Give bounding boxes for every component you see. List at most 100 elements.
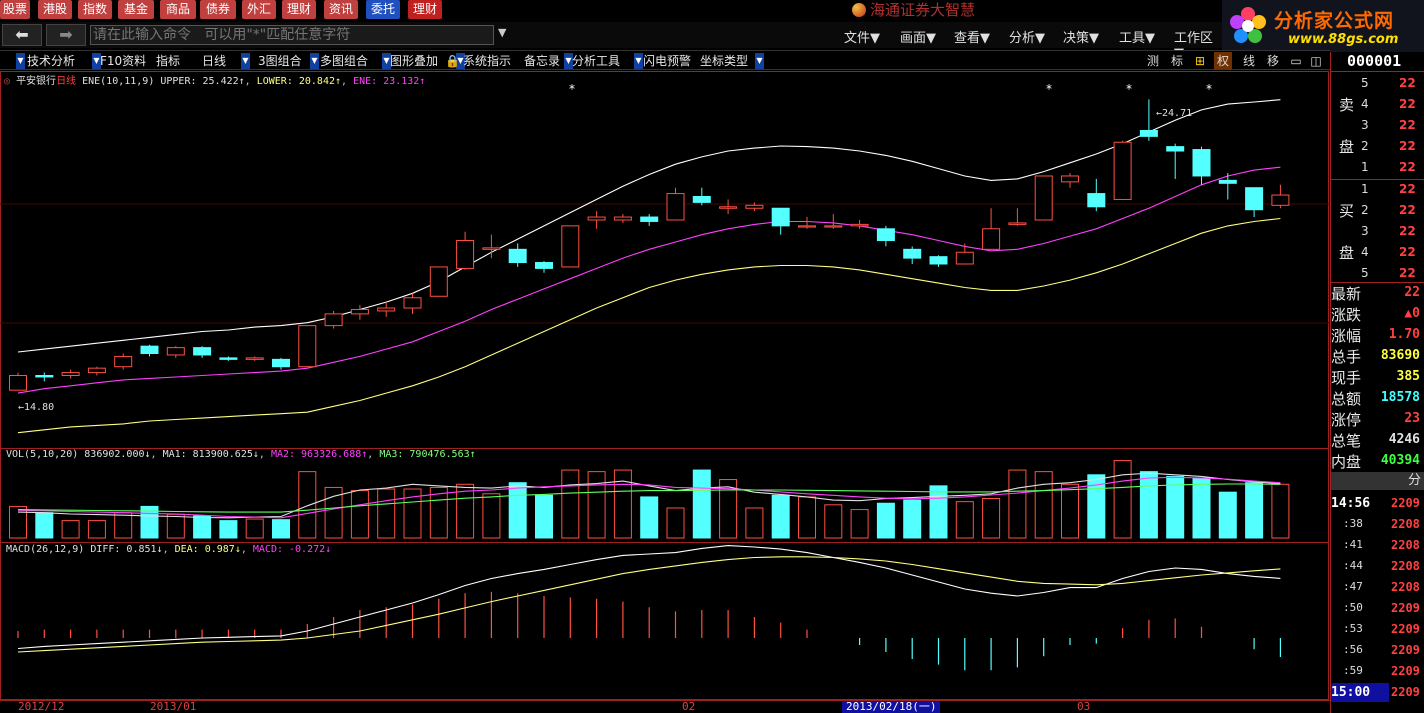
chart-area[interactable]: * * * * ←24.71 ←14.80 — [0, 71, 1330, 700]
tick-price: 2209 — [1391, 622, 1420, 636]
tick-price: 2208 — [1391, 538, 1420, 552]
command-input[interactable] — [90, 25, 494, 45]
toolbar-item[interactable]: 技术分析 — [27, 52, 75, 70]
macd-dea: DEA: 0.987↓ — [174, 544, 241, 555]
toolbar-dropdown-icon[interactable]: ▼ — [16, 53, 25, 69]
candle-body — [613, 216, 632, 221]
toolbar-right-item[interactable]: 线 — [1240, 52, 1258, 70]
candle-body — [166, 347, 185, 356]
toolbar-right-item[interactable]: 移 — [1264, 52, 1282, 70]
volume-bar — [535, 494, 553, 539]
sell-level: 2 — [1361, 139, 1369, 153]
volume-bar — [876, 502, 895, 539]
volume-bar — [1271, 483, 1290, 539]
ene-value: ENE: 23.132↑ — [353, 76, 426, 87]
menu-item[interactable]: 决策▼ — [1063, 27, 1099, 46]
command-dropdown-icon[interactable]: ▼ — [498, 26, 506, 39]
nav-tab[interactable]: 理财 — [282, 0, 316, 19]
stock-period: 日线 — [56, 76, 77, 87]
candle-body — [587, 216, 606, 221]
candle-body — [1034, 175, 1053, 221]
nav-tab[interactable]: 理财 — [408, 0, 442, 19]
toolbar-item[interactable]: 闪电预警 — [643, 52, 691, 70]
toolbar-item[interactable]: 坐标类型 — [700, 52, 748, 70]
menu-item[interactable]: 工具▼ — [1119, 27, 1155, 46]
nav-tab[interactable]: 外汇 — [242, 0, 276, 19]
macd-legend: MACD(26,12,9) DIFF: 0.851↓, DEA: 0.987↓,… — [6, 544, 332, 555]
volume-bar — [377, 488, 396, 539]
candle-body — [955, 251, 974, 265]
stock-code: 000001 — [1347, 52, 1402, 70]
candle-body — [561, 225, 580, 268]
toolbar-right-item[interactable]: 标 — [1168, 52, 1186, 70]
buy-price: 22 — [1399, 224, 1416, 238]
forward-arrow-icon: ➡ — [59, 25, 73, 44]
toolbar-dropdown-icon[interactable]: ▼ — [310, 53, 319, 69]
top-nav: 股票 港股 指数 基金 商品 债券 外汇 理财 资讯 委托 理财 海通证券大智慧 — [0, 0, 1424, 20]
book-divider — [1331, 179, 1424, 180]
toolbar-item[interactable]: 3图组合 — [258, 52, 302, 70]
toolbar-item[interactable]: 多图组合 — [320, 52, 368, 70]
candle-body — [508, 248, 527, 264]
menu-item[interactable]: 分析▼ — [1009, 27, 1045, 46]
quote-label: 总手 — [1331, 348, 1362, 366]
buy-label: 买 — [1339, 202, 1355, 220]
candle-body — [929, 256, 948, 265]
toolbar-item[interactable]: 分析工具 — [572, 52, 620, 70]
toolbar-item[interactable]: 日线 — [202, 52, 226, 70]
menu-item[interactable]: 查看▼ — [954, 27, 990, 46]
panel-toggle-icon[interactable]: ◫ — [1308, 52, 1324, 70]
candle-body — [719, 206, 738, 209]
nav-tab[interactable]: 基金 — [118, 0, 154, 19]
forward-button[interactable]: ➡ — [46, 24, 86, 46]
nav-tab[interactable]: 债券 — [200, 0, 236, 19]
sell-price: 22 — [1399, 97, 1416, 111]
nav-tab[interactable]: 指数 — [78, 0, 112, 19]
menu-item[interactable]: 文件▼ — [844, 27, 880, 46]
nav-tab[interactable]: 商品 — [160, 0, 196, 19]
nav-tab[interactable]: 股票 — [0, 0, 30, 19]
quote-value: 40394 — [1380, 453, 1420, 468]
candle-body — [535, 262, 553, 269]
crosshair-icon[interactable]: ⊞ — [1192, 52, 1208, 70]
layout-icon[interactable]: ▭ — [1288, 52, 1304, 70]
toolbar-item[interactable]: 备忘录 — [524, 52, 560, 70]
ene-name: ENE(10,11,9) — [82, 76, 155, 87]
menu-item[interactable]: 画面▼ — [900, 27, 936, 46]
ene-upper: UPPER: 25.422↑ — [160, 76, 245, 87]
volume-bar — [903, 499, 922, 539]
candle-body — [350, 308, 369, 315]
volume-bar — [245, 518, 264, 539]
nav-tab[interactable]: 资讯 — [324, 0, 358, 19]
tick-time: :47 — [1343, 580, 1363, 593]
site-logo-title: 分析家公式网 — [1274, 10, 1395, 32]
site-logo: 分析家公式网 www.88gs.com — [1222, 0, 1424, 52]
vol-ma2: MA2: 963326.688↑ — [270, 449, 368, 460]
nav-tab[interactable]: 港股 — [38, 0, 72, 19]
tick-time: :38 — [1343, 517, 1363, 530]
toolbar-dropdown-icon[interactable]: ▼ — [755, 53, 764, 69]
toolbar-right-item[interactable]: 权 — [1214, 52, 1232, 70]
volume-bar — [114, 512, 133, 539]
volume-bar — [193, 515, 212, 539]
nav-tab[interactable]: 委托 — [366, 0, 400, 19]
volume-bar — [798, 496, 816, 539]
candle-body — [824, 225, 843, 228]
lock-icon[interactable]: 🔒 — [445, 52, 460, 70]
flower-logo-icon — [1230, 7, 1266, 43]
toolbar-dropdown-icon[interactable]: ▼ — [241, 53, 250, 69]
toolbar-item[interactable]: 指标 — [156, 52, 180, 70]
sell-label: 卖 — [1339, 96, 1355, 114]
back-button[interactable]: ⬅ — [2, 24, 42, 46]
candle-body — [1008, 222, 1027, 225]
sell-label: 盘 — [1339, 138, 1355, 156]
fen-tab[interactable]: 分 — [1331, 472, 1424, 490]
toolbar-right-item[interactable]: 测 — [1144, 52, 1162, 70]
brand-logo-icon — [852, 3, 866, 17]
toolbar-item[interactable]: 图形叠加 — [390, 52, 438, 70]
toolbar-dropdown-icon[interactable]: ▼ — [634, 53, 643, 69]
toolbar-item[interactable]: 系统指示 — [463, 52, 511, 70]
toolbar-item[interactable]: F10资料 — [100, 52, 146, 70]
candle-body — [1218, 179, 1237, 184]
command-bar: ⬅ ➡ ▼ 文件▼画面▼查看▼分析▼决策▼工具▼工作区▼ — [0, 22, 1222, 61]
